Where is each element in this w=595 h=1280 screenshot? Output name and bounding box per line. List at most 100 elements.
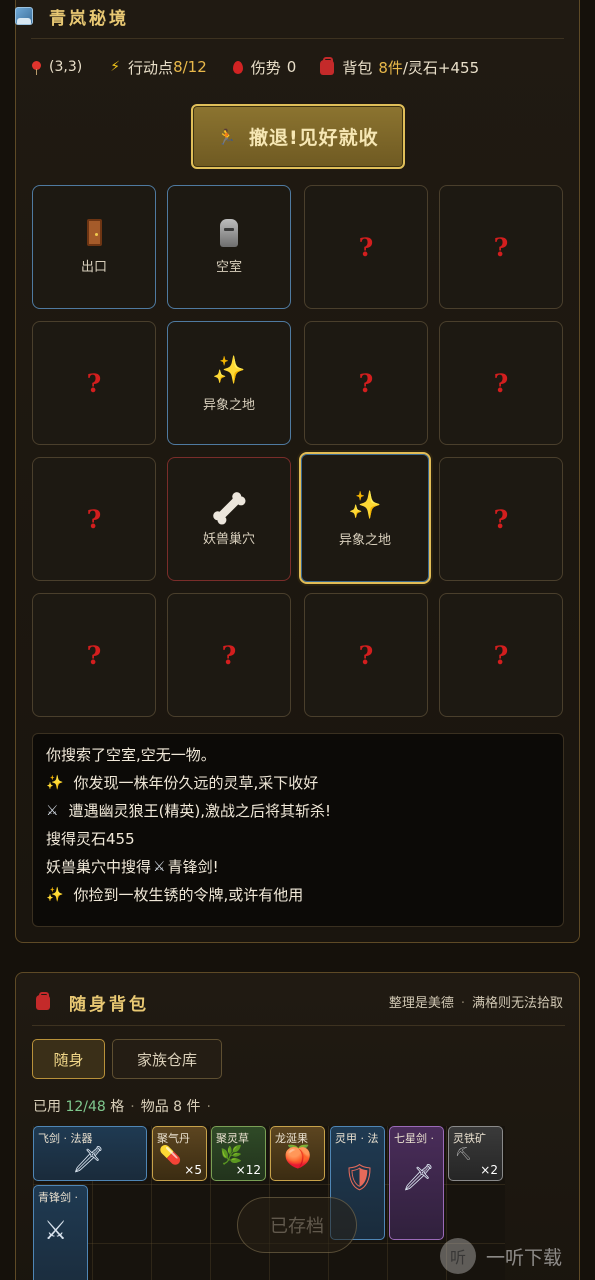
item-seven-star-sword[interactable]: 七星剑 · 🗡 [389,1126,444,1240]
log-text: 搜得灵石455 [46,830,135,848]
map-cell-unknown[interactable]: ? [304,185,428,309]
bag-stat: 背包 8件 /灵石+455 [320,56,479,78]
sparkles-icon: ✨ [46,775,64,791]
used-unit: 格 [110,1099,125,1115]
map-cell-exit[interactable]: 出口 [32,185,156,309]
log-text: 你发现一株年份久远的灵草,采下收好 [73,774,319,792]
unknown-marker: ? [493,232,509,262]
shield-icon: 🛡 [343,1163,377,1193]
header-divider [31,38,564,39]
backpack-icon [320,56,335,75]
map-cell-unknown[interactable]: ? [439,185,563,309]
site-watermark: 听 一听下载 [440,1236,562,1276]
action-points-value: 8/12 [173,58,207,76]
sparkles-icon: ✨ [212,354,246,386]
map-cell-unknown[interactable]: ? [304,321,428,445]
log-text: 你搜索了空室,空无一物。 [46,746,216,764]
map-cell-unknown[interactable]: ? [439,457,563,581]
watermark-logo: 听 [440,1238,476,1274]
items-label: 物品 [140,1099,169,1115]
unknown-marker: ? [358,368,374,398]
map-cell-unknown[interactable]: ? [439,321,563,445]
status-bar: (3,3) ⚡ 行动点 8/12 伤势 0 背包 8件 /灵石+455 [32,56,568,78]
unknown-marker: ? [358,232,374,262]
used-label: 已用 [33,1099,61,1115]
map-cell-empty-room[interactable]: 空室 [167,185,291,309]
door-icon [86,219,102,246]
map-cell-unknown[interactable]: ? [32,457,156,581]
item-quantity: ×2 [480,1163,498,1177]
item-spirit-herb[interactable]: 聚灵草 🌿 ×12 [211,1126,266,1181]
item-name: 灵甲 · 法 [335,1132,379,1145]
unknown-marker: ? [493,640,509,670]
stone-head-icon [220,219,238,247]
unknown-marker: ? [86,368,102,398]
pill-icon: 💊 [159,1145,182,1166]
item-green-blade-sword[interactable]: 青锋剑 · ⚔ [33,1185,88,1280]
action-points-stat: ⚡ 行动点 8/12 [110,57,207,78]
item-quantity: ×5 [184,1163,202,1177]
sparkles-icon: ✨ [348,489,382,521]
item-name: 聚气丹 [157,1132,190,1145]
log-line: 你搜索了空室,空无一物。 [46,741,563,769]
cell-label: 异象之地 [338,532,391,548]
item-dragon-fruit[interactable]: 龙涎果 🍑 [270,1126,325,1181]
unknown-marker: ? [86,640,102,670]
item-name: 聚灵草 [216,1132,249,1145]
cell-label: 异象之地 [202,397,255,413]
unknown-marker: ? [358,640,374,670]
backpack-title: 随身背包 [69,994,149,1015]
injury-value: 0 [286,58,297,76]
unknown-marker: ? [221,640,237,670]
watermark-text: 一听下载 [486,1246,563,1269]
map-cell-unknown[interactable]: ? [32,593,156,717]
saved-indicator: 已存档 [237,1197,357,1253]
item-flying-sword[interactable]: 飞剑 · 法器 🗡 [33,1126,147,1181]
unknown-marker: ? [86,504,102,534]
running-person-icon: 🏃 [217,127,237,146]
sword-icon: 🗡 [72,1145,106,1175]
bag-usage: 已用 12/48 格 · 物品 8 件 · [33,1096,217,1116]
map-scroll-icon [15,7,33,25]
ore-icon: ⛏ [455,1147,472,1162]
map-cell-current-anomaly[interactable]: ✨ 异象之地 [299,452,431,584]
item-spirit-iron-ore[interactable]: 灵铁矿 ⛏ ×2 [448,1126,503,1181]
tab-carry[interactable]: 随身 [32,1039,105,1079]
tip-organize: 整理是美德 [388,996,454,1011]
items-value: 8 [173,1099,183,1115]
map-cell-unknown[interactable]: ? [304,593,428,717]
item-qi-pill[interactable]: 聚气丹 💊 ×5 [152,1126,207,1181]
log-text: 你捡到一枚生锈的令牌,或许有他用 [73,886,304,904]
item-name: 飞剑 · 法器 [38,1132,93,1145]
separator: · [460,996,465,1011]
map-cell-unknown[interactable]: ? [32,321,156,445]
cell-label: 出口 [80,260,107,275]
blood-drop-icon [232,60,243,74]
tip-full: 满格则无法拾取 [471,996,563,1011]
map-cell-unknown[interactable]: ? [167,593,291,717]
position-value: (3,3) [49,59,83,75]
separator: · [206,1099,211,1115]
tab-family-storage[interactable]: 家族仓库 [112,1039,222,1079]
lightning-icon: ⚡ [110,59,121,75]
bone-icon [216,494,242,521]
realm-title: 青岚秘境 [49,8,129,29]
event-log[interactable]: 你搜索了空室,空无一物。 ✨ 你发现一株年份久远的灵草,采下收好 ⚔ 遭遇幽灵狼… [32,733,564,927]
map-cell-beast-lair[interactable]: 妖兽巢穴 [167,457,291,581]
crossed-swords-icon: ⚔ [44,1216,68,1246]
map-cell-anomaly[interactable]: ✨ 异象之地 [167,321,291,445]
map-cell-unknown[interactable]: ? [439,593,563,717]
item-name: 龙涎果 [275,1132,308,1145]
unknown-marker: ? [493,368,509,398]
retreat-button[interactable]: 🏃 撤退!见好就收 [191,104,405,169]
log-line: ✨ 你发现一株年份久远的灵草,采下收好 [46,769,563,797]
item-quantity: ×12 [235,1163,261,1177]
position-stat: (3,3) [32,59,82,75]
used-value: 12/48 [65,1099,106,1115]
backpack-header: 随身背包 [36,989,149,1015]
bag-divider [32,1025,565,1026]
backpack-icon [36,991,50,1010]
items-unit: 件 [186,1099,201,1115]
sparkles-icon: ✨ [46,887,64,903]
log-text: 遭遇幽灵狼王(精英),激战之后将其斩杀! [68,802,332,820]
